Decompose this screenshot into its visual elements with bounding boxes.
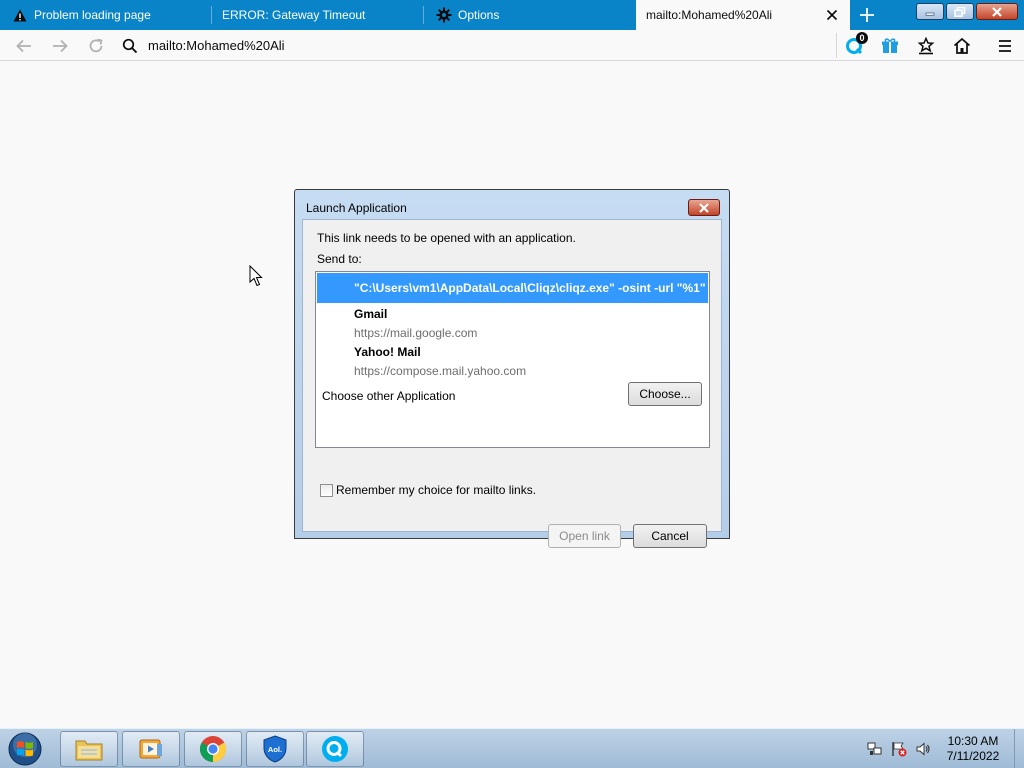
choose-button-label: Choose...	[639, 387, 691, 401]
window-controls	[916, 3, 1018, 20]
taskbar-chrome[interactable]	[184, 731, 242, 767]
application-name: Yahoo! Mail	[354, 345, 421, 359]
action-center-flag-icon[interactable]	[891, 741, 907, 757]
bookmark-star-icon	[917, 37, 935, 55]
menu-button[interactable]	[994, 35, 1016, 57]
close-icon	[992, 6, 1002, 17]
cancel-label: Cancel	[651, 529, 689, 543]
forward-arrow-icon	[53, 39, 68, 53]
taskbar-aol-shield[interactable]: Aol.	[246, 731, 304, 767]
open-link-button[interactable]: Open link	[548, 524, 621, 548]
application-name: Gmail	[354, 307, 388, 321]
close-tab-icon[interactable]	[824, 7, 840, 23]
tab-strip: Problem loading page ERROR: Gateway Time…	[0, 0, 1024, 30]
restore-button[interactable]	[946, 3, 974, 20]
dialog-title: Launch Application	[306, 201, 407, 215]
cliqz-icon	[322, 736, 348, 762]
send-to-label: Send to:	[317, 252, 362, 266]
url-input[interactable]	[148, 38, 808, 53]
gift-icon	[882, 38, 898, 53]
taskbar-media-player[interactable]	[122, 731, 180, 767]
open-link-label: Open link	[559, 529, 610, 543]
tab-label: mailto:Mohamed%20Ali	[646, 8, 773, 22]
cancel-button[interactable]: Cancel	[633, 524, 707, 548]
launch-application-dialog: Launch Application This link needs to be…	[294, 189, 730, 548]
cliqz-badge: 0	[856, 32, 868, 44]
restore-icon	[954, 6, 966, 17]
toolbar-separator	[836, 33, 837, 58]
nav-toolbar: 0	[0, 30, 1024, 61]
tab-gateway-timeout[interactable]: ERROR: Gateway Timeout	[212, 0, 424, 30]
tab-label: ERROR: Gateway Timeout	[222, 8, 366, 22]
tab-options[interactable]: Options	[424, 0, 636, 30]
volume-icon[interactable]	[915, 741, 931, 757]
reload-button[interactable]	[86, 36, 106, 56]
home-icon	[953, 37, 971, 54]
media-player-icon	[139, 739, 162, 759]
system-clock[interactable]: 10:30 AM 7/11/2022	[940, 734, 1006, 764]
tab-problem-loading[interactable]: Problem loading page	[0, 0, 212, 30]
choose-other-label: Choose other Application	[322, 389, 456, 403]
cliqz-button[interactable]: 0	[844, 32, 868, 57]
forward-button[interactable]	[50, 36, 70, 56]
search-icon	[120, 36, 140, 56]
minimize-button[interactable]	[916, 3, 944, 20]
back-button[interactable]	[14, 36, 34, 56]
url-bar[interactable]	[116, 33, 836, 58]
minimize-icon	[925, 12, 935, 16]
taskbar-cliqz[interactable]	[306, 731, 364, 767]
clock-time: 10:30 AM	[947, 734, 999, 748]
remember-choice-checkbox[interactable]	[320, 484, 333, 497]
taskbar: Aol. 10:30 AM 7/11/2022	[0, 728, 1024, 768]
tab-label: Problem loading page	[34, 8, 151, 22]
warning-icon	[12, 7, 28, 23]
dialog-message: This link needs to be opened with an app…	[317, 231, 576, 245]
gift-button[interactable]	[879, 35, 901, 57]
close-icon	[699, 202, 709, 213]
aol-label: Aol.	[268, 745, 282, 754]
application-item-cliqz[interactable]: "C:\Users\vm1\AppData\Local\Cliqz\cliqz.…	[317, 273, 708, 303]
window-close-button[interactable]	[976, 3, 1018, 20]
dialog-close-button[interactable]	[688, 199, 720, 216]
application-url: https://compose.mail.yahoo.com	[354, 364, 527, 378]
plus-icon	[860, 8, 874, 22]
new-tab-button[interactable]	[850, 0, 884, 30]
choose-button[interactable]: Choose...	[628, 382, 702, 406]
back-arrow-icon	[16, 39, 31, 53]
network-icon[interactable]	[867, 741, 883, 757]
gear-icon	[436, 7, 452, 23]
show-desktop-button[interactable]	[1014, 729, 1024, 768]
taskbar-file-explorer[interactable]	[60, 731, 118, 767]
dialog-body: This link needs to be opened with an app…	[302, 219, 722, 548]
application-list[interactable]: "C:\Users\vm1\AppData\Local\Cliqz\cliqz.…	[315, 271, 710, 448]
bookmarks-button[interactable]	[915, 35, 937, 57]
application-url: https://mail.google.com	[354, 326, 478, 340]
chrome-icon	[199, 736, 227, 763]
mouse-cursor-icon	[249, 265, 263, 287]
tab-label: Options	[458, 8, 500, 22]
windows-orb-icon	[8, 732, 42, 766]
reload-icon	[89, 38, 103, 53]
hamburger-menu-icon	[999, 40, 1011, 52]
home-button[interactable]	[951, 35, 973, 57]
application-path: "C:\Users\vm1\AppData\Local\Cliqz\cliqz.…	[354, 281, 706, 295]
aol-shield-icon: Aol.	[263, 735, 287, 763]
file-explorer-icon	[75, 740, 103, 761]
remember-choice-label[interactable]: Remember my choice for mailto links.	[336, 483, 536, 497]
start-button[interactable]	[4, 730, 46, 768]
tab-mailto[interactable]: mailto:Mohamed%20Ali	[636, 0, 850, 30]
clock-date: 7/11/2022	[946, 749, 1000, 763]
